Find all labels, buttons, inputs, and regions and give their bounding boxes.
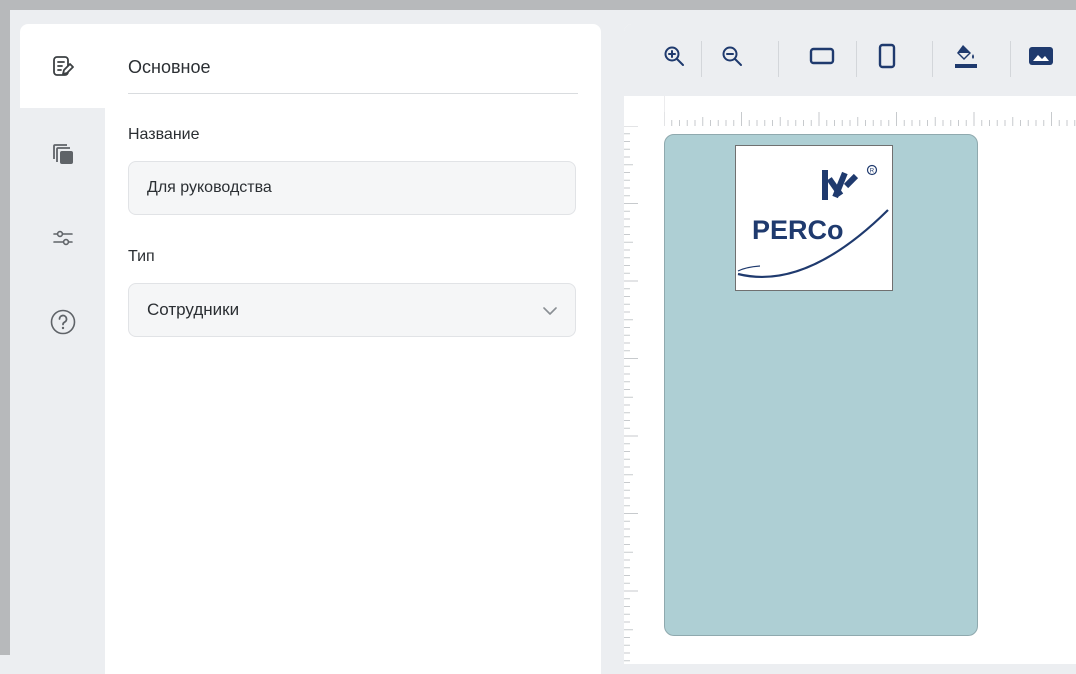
help-icon: [50, 309, 76, 335]
image-icon: [1028, 45, 1054, 72]
toolbar-divider: [701, 41, 702, 77]
zoom-in-icon: [663, 45, 685, 72]
nav-item-help[interactable]: [20, 280, 105, 364]
chevron-down-icon: [543, 300, 557, 320]
badge-card[interactable]: R PERCo: [664, 134, 978, 636]
perco-logo: R PERCo: [737, 164, 889, 278]
properties-panel: Основное Название Тип Сотрудники: [20, 24, 601, 674]
portrait-button[interactable]: [867, 38, 907, 78]
zoom-out-button[interactable]: [712, 38, 752, 78]
landscape-button[interactable]: [802, 38, 842, 78]
window-frame-left: [0, 0, 10, 655]
nav-item-settings[interactable]: [20, 196, 105, 280]
type-select-value: Сотрудники: [147, 300, 240, 319]
logo-text: PERCo: [752, 215, 844, 245]
horizontal-ruler: [663, 96, 1076, 126]
fill-color-icon: [953, 42, 979, 75]
zoom-in-button[interactable]: [654, 38, 694, 78]
logo-image[interactable]: R PERCo: [735, 145, 893, 291]
editor-toolbar: [624, 24, 1076, 96]
toolbar-divider: [932, 41, 933, 77]
landscape-icon: [809, 46, 835, 71]
layers-icon: [52, 143, 74, 165]
image-button[interactable]: [1021, 38, 1061, 78]
svg-text:R: R: [870, 169, 875, 175]
sliders-icon: [52, 228, 74, 248]
editor-panel: R PERCo: [624, 24, 1076, 664]
window-frame-top: [0, 0, 1076, 10]
toolbar-divider: [856, 41, 857, 77]
fill-color-button[interactable]: [946, 38, 986, 78]
zoom-out-icon: [721, 45, 743, 72]
toolbar-divider: [1010, 41, 1011, 77]
ruler-ticks: [663, 96, 1076, 126]
name-label: Название: [128, 126, 200, 143]
type-select[interactable]: Сотрудники: [128, 283, 576, 337]
toolbar-divider: [778, 41, 779, 77]
side-nav: [20, 24, 105, 674]
name-input[interactable]: [128, 161, 576, 215]
nav-item-general[interactable]: [20, 24, 105, 108]
portrait-icon: [877, 43, 897, 74]
edit-form-icon: [52, 55, 74, 77]
nav-item-layers[interactable]: [20, 112, 105, 196]
type-label: Тип: [128, 248, 155, 265]
section-title: Основное: [128, 57, 211, 77]
ruler-ticks: [624, 125, 638, 662]
vertical-ruler: [624, 125, 640, 664]
section-divider: [128, 93, 578, 94]
